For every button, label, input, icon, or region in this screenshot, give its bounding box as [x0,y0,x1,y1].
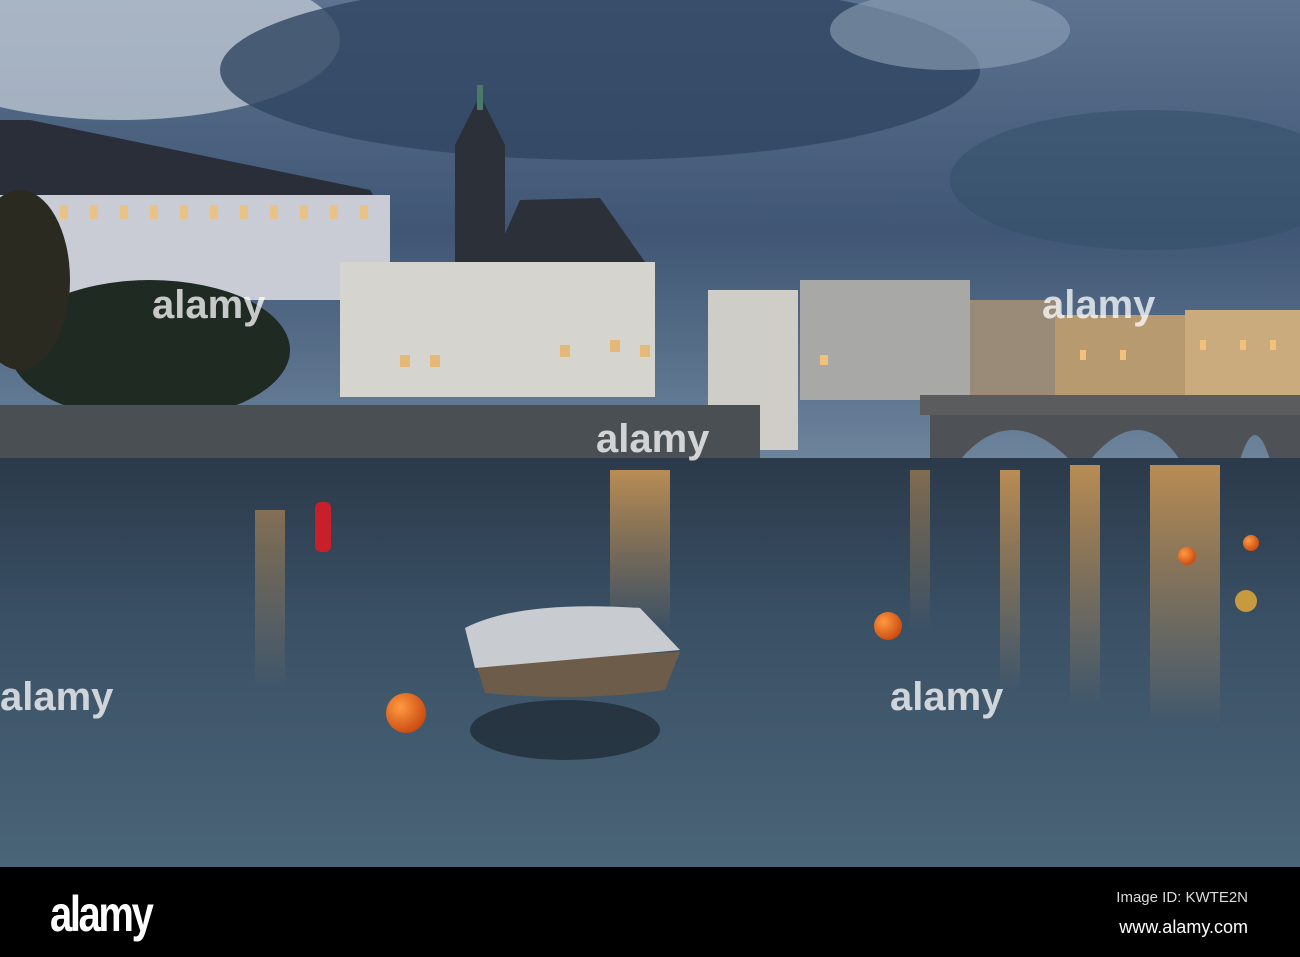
svg-text:alamy: alamy [890,675,1004,719]
school-building [340,262,655,397]
buoy [1178,547,1196,565]
channel-marker-buoy [315,502,331,552]
buoy [1235,590,1257,612]
site-url: www.alamy.com [1119,917,1248,937]
alamy-logo: alamy [50,886,154,942]
riverside-dusk-photo: alamy alamy alamy alamy alamy [0,0,1300,867]
image-id: Image ID: KWTE2N [1116,889,1248,906]
svg-text:alamy: alamy [0,675,114,719]
covered-boat [465,606,680,760]
stock-photo: alamy alamy alamy alamy alamy alamy Imag… [0,0,1300,957]
svg-text:alamy: alamy [1042,283,1156,327]
svg-text:alamy: alamy [152,283,266,327]
buoy [1243,535,1259,551]
svg-text:alamy: alamy [596,417,710,461]
buoy [386,693,426,733]
buoy [874,612,902,640]
footer-bar: alamy Image ID: KWTE2N www.alamy.com [0,867,1300,957]
